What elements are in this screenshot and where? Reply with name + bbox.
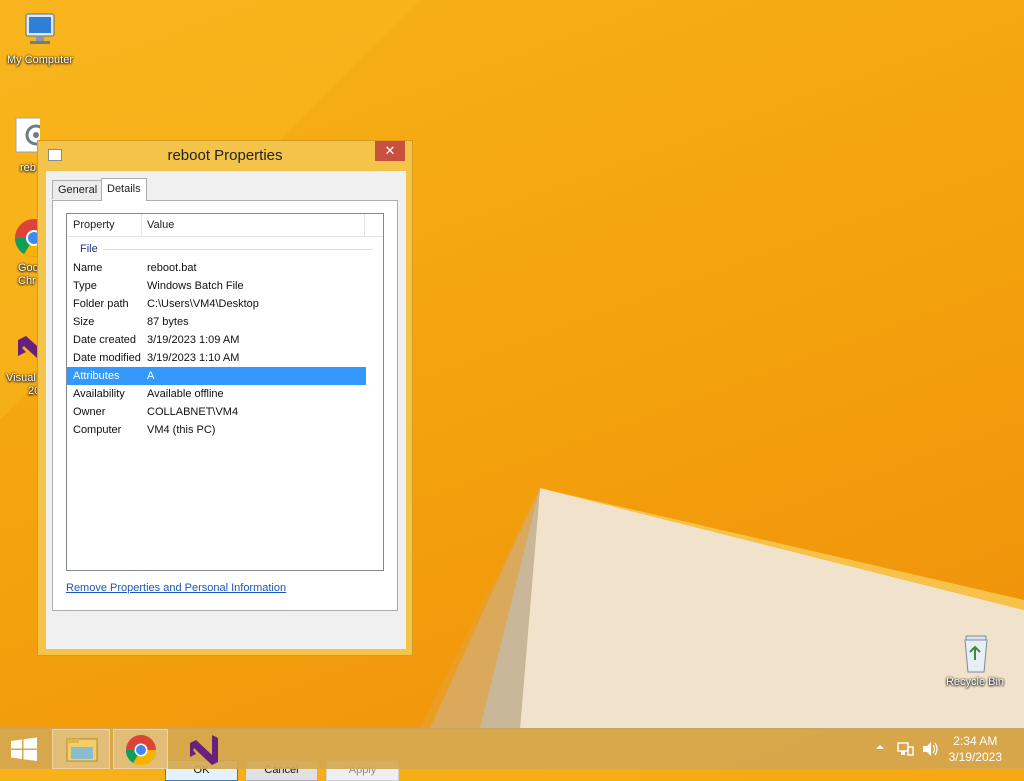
volume-tray-icon[interactable]: [921, 741, 939, 781]
chrome-icon: [12, 216, 40, 260]
taskbar-visual-studio[interactable]: [176, 729, 234, 769]
table-row[interactable]: Availability Available offline: [67, 385, 366, 403]
column-header-property[interactable]: Property: [73, 219, 115, 231]
property-name: Computer: [73, 424, 122, 436]
property-value: C:\Users\VM4\Desktop: [147, 298, 259, 310]
property-value: 3/19/2023 1:09 AM: [147, 334, 240, 346]
remove-properties-link[interactable]: Remove Properties and Personal Informati…: [66, 582, 286, 594]
dialog-body: General Details Property Value File Name…: [46, 171, 406, 781]
speaker-icon: [923, 742, 938, 756]
table-row[interactable]: Type Windows Batch File: [67, 277, 366, 295]
taskbar-clock[interactable]: 2:34 AM 3/19/2023: [949, 733, 1002, 765]
property-value: 3/19/2023 1:10 AM: [147, 352, 240, 364]
group-divider: [103, 249, 373, 250]
table-row-selected[interactable]: Attributes A: [67, 367, 366, 385]
property-value: reboot.bat: [147, 262, 197, 274]
list-header: Property Value: [67, 214, 383, 237]
desktop-icon-label: Recycle Bin: [945, 676, 1005, 688]
property-value: VM4 (this PC): [147, 424, 216, 436]
tab-general[interactable]: General: [52, 180, 104, 199]
property-value: COLLABNET\VM4: [147, 406, 239, 418]
tab-details[interactable]: Details: [101, 178, 147, 201]
table-row[interactable]: Date modified 3/19/2023 1:10 AM: [67, 349, 366, 367]
visual-studio-icon: [12, 326, 40, 370]
table-row[interactable]: Name reboot.bat: [67, 259, 366, 277]
table-row[interactable]: Computer VM4 (this PC): [67, 421, 366, 439]
desktop-icon-visual-studio[interactable]: Visual 20: [0, 326, 40, 402]
column-divider[interactable]: [141, 214, 142, 236]
property-name: Date created: [73, 334, 136, 346]
clock-date: 3/19/2023: [948, 750, 1002, 764]
start-button[interactable]: [0, 729, 48, 769]
property-value: 87 bytes: [147, 316, 189, 328]
group-header-file: File: [67, 237, 383, 259]
computer-icon: [18, 8, 62, 52]
details-panel: Property Value File Name reboot.bat Type W…: [52, 200, 398, 611]
desktop-icon-label: My Computer: [6, 54, 74, 66]
taskbar-file-explorer[interactable]: [52, 729, 110, 769]
desktop-icon-label: Visual: [6, 372, 36, 384]
property-name: Name: [73, 262, 103, 274]
properties-list[interactable]: Property Value File Name reboot.bat Type W…: [66, 213, 384, 571]
desktop-icon-my-computer[interactable]: My Computer: [0, 8, 80, 67]
desktop-icon-reboot[interactable]: reb: [0, 116, 40, 178]
column-divider[interactable]: [364, 214, 365, 236]
desktop-icon-google-chrome[interactable]: Goo Chr: [0, 216, 40, 298]
property-name: Owner: [73, 406, 106, 418]
column-header-value[interactable]: Value: [147, 219, 174, 231]
dialog-title: reboot Properties: [167, 147, 283, 164]
table-row[interactable]: Size 87 bytes: [67, 313, 366, 331]
property-value: Windows Batch File: [147, 280, 244, 292]
desktop-icon-label-line2: 20: [28, 385, 40, 397]
desktop-icon-label-line2: Chr: [18, 275, 36, 287]
taskbar-google-chrome[interactable]: [113, 729, 168, 769]
windows-logo-icon: [11, 737, 37, 761]
property-name: Availability: [73, 388, 125, 400]
property-name: Folder path: [73, 298, 129, 310]
desktop-icon-recycle-bin[interactable]: Recycle Bin: [935, 630, 1015, 689]
recycle-bin-icon: [953, 630, 997, 674]
property-name: Attributes: [73, 370, 120, 382]
properties-dialog: reboot Properties ✕ General Details Prop…: [37, 140, 413, 781]
property-name: Date modified: [73, 352, 141, 364]
show-hidden-icons-button[interactable]: [874, 741, 888, 781]
network-icon: [897, 742, 914, 756]
dialog-titlebar[interactable]: reboot Properties ✕: [38, 141, 412, 171]
desktop-icon-label: Goo: [18, 262, 39, 274]
property-name: Size: [73, 316, 95, 328]
table-row[interactable]: Folder path C:\Users\VM4\Desktop: [67, 295, 366, 313]
property-name: Type: [73, 280, 97, 292]
chevron-up-icon: [876, 745, 884, 749]
clock-time: 2:34 AM: [953, 734, 998, 748]
table-row[interactable]: Owner COLLABNET\VM4: [67, 403, 366, 421]
close-button[interactable]: ✕: [375, 141, 405, 161]
folder-icon: [66, 738, 98, 762]
chrome-icon: [125, 735, 157, 766]
table-row[interactable]: Date created 3/19/2023 1:09 AM: [67, 331, 366, 349]
network-tray-icon[interactable]: [897, 741, 915, 781]
group-label: File: [80, 243, 98, 255]
taskbar: 2:34 AM 3/19/2023: [0, 728, 1024, 769]
visual-studio-icon: [190, 735, 218, 765]
desktop-icon-label: reb: [20, 162, 36, 174]
property-value: A: [147, 370, 155, 382]
property-value: Available offline: [147, 388, 224, 400]
